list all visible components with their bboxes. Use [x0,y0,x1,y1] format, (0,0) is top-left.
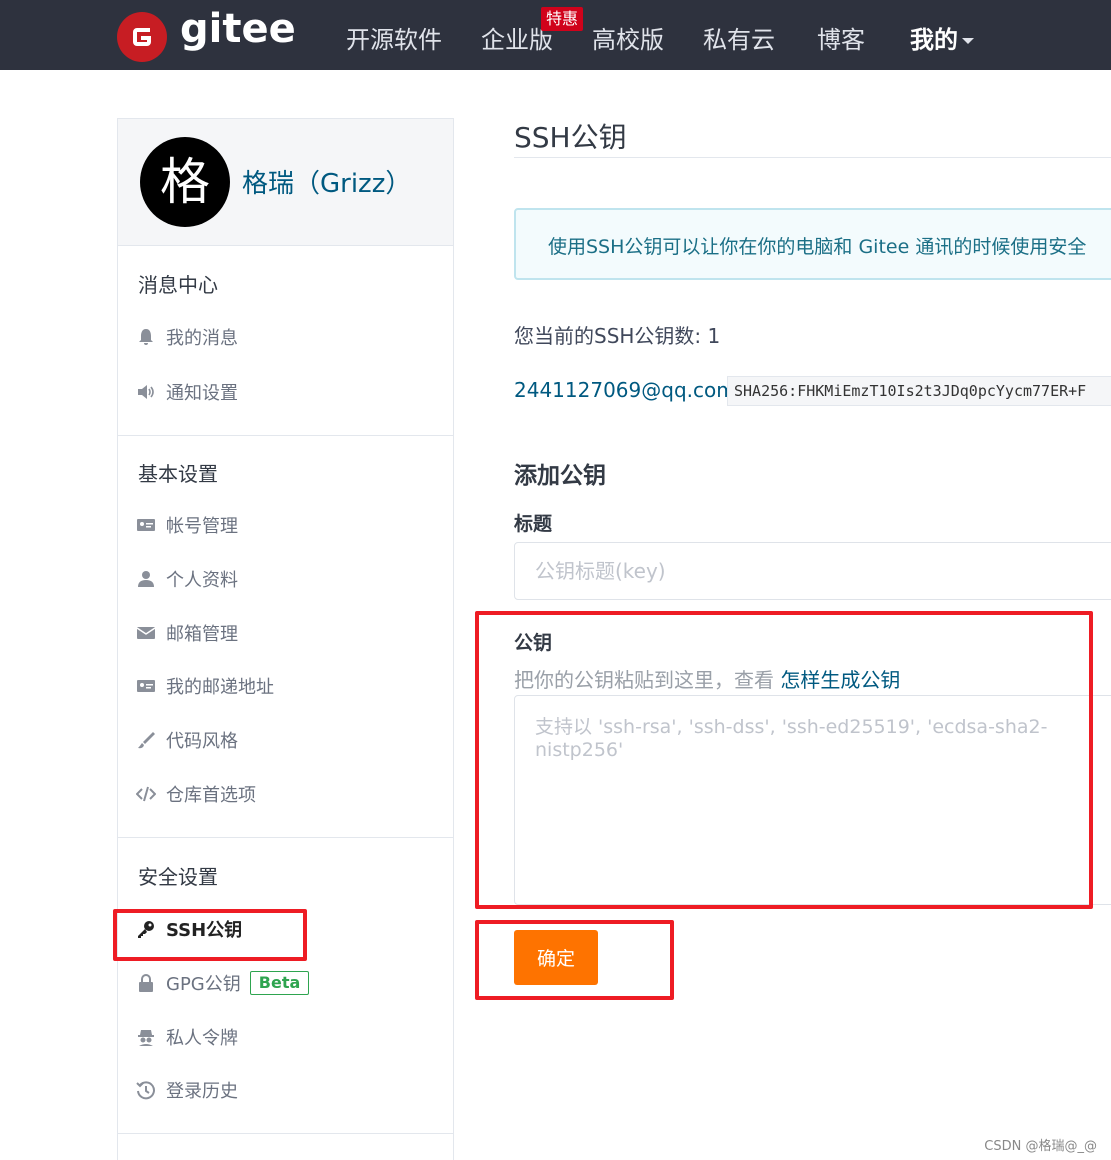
beta-badge: Beta [249,971,310,995]
section-title-messages: 消息中心 [138,273,218,297]
title-field-label: 标题 [514,513,553,535]
address-card-icon [137,680,155,692]
sidebar-item-address[interactable]: 我的邮递地址 [136,672,274,700]
sidebar-item-tokens[interactable]: 私人令牌 [136,1023,238,1051]
sidebar-item-label: 我的消息 [166,328,238,349]
title-divider [514,157,1111,158]
sidebar-item-gpg-keys[interactable]: GPG公钥 Beta [136,969,310,997]
nav-opensource[interactable]: 开源软件 [346,20,442,55]
divider [118,1133,453,1134]
info-text: 使用SSH公钥可以让你在你的电脑和 Gitee 通讯的时候使用安全 [548,236,1087,258]
code-icon [136,786,156,802]
nav-blog[interactable]: 博客 [817,20,865,55]
settings-sidebar: 格 格瑞（Grizz） 消息中心 我的消息 通知设置 基本设置 帐号管理 个人资… [117,118,454,1160]
sidebar-item-profile[interactable]: 个人资料 [136,565,238,593]
id-card-icon [137,519,155,531]
logo-text[interactable]: gitee [180,6,296,52]
envelope-icon [136,627,156,639]
key-title-link[interactable]: 2441127069@qq.com [514,378,736,402]
divider [118,837,453,838]
sidebar-item-email[interactable]: 邮箱管理 [136,619,238,647]
sidebar-item-label: 邮箱管理 [166,624,238,645]
sidebar-item-label: 仓库首选项 [166,785,256,806]
key-title-input[interactable] [514,542,1111,600]
annotation-box-ssh-menu [113,909,307,961]
profile-header: 格 格瑞（Grizz） [118,119,453,246]
annotation-box-key-field [475,611,1093,909]
sidebar-item-label: 我的邮递地址 [166,677,274,698]
promo-badge: 特惠 [541,7,584,31]
sidebar-item-label: 私人令牌 [166,1028,238,1049]
lock-icon [139,974,153,992]
section-title-basic: 基本设置 [138,462,218,486]
sidebar-item-notify-settings[interactable]: 通知设置 [136,378,238,406]
history-icon [136,1081,155,1100]
sidebar-item-login-history[interactable]: 登录历史 [136,1076,238,1104]
speaker-icon [138,385,154,399]
profile-name[interactable]: 格瑞（Grizz） [242,163,411,200]
sidebar-item-label: 登录历史 [166,1081,238,1102]
sidebar-item-label: 个人资料 [166,570,238,591]
nav-private-cloud[interactable]: 私有云 [703,20,775,55]
sidebar-item-label: 代码风格 [166,731,238,752]
user-icon [138,571,154,587]
avatar[interactable]: 格 [140,137,230,227]
sidebar-item-label: 帐号管理 [166,516,238,537]
watermark: CSDN @格瑞@_@ [984,1139,1097,1154]
bell-icon [139,329,153,345]
sidebar-item-code-style[interactable]: 代码风格 [136,726,238,754]
spy-icon [138,1030,154,1046]
info-alert: 使用SSH公钥可以让你在你的电脑和 Gitee 通讯的时候使用安全 [514,208,1111,280]
nav-mine-dropdown[interactable]: 我的 [910,20,974,55]
ssh-key-count: 您当前的SSH公钥数: 1 [514,324,721,348]
sidebar-item-my-messages[interactable]: 我的消息 [136,323,238,351]
caret-down-icon [962,38,974,44]
add-key-heading: 添加公钥 [514,463,606,489]
divider [118,435,453,436]
sidebar-item-account[interactable]: 帐号管理 [136,511,238,539]
annotation-box-submit [475,920,674,1000]
key-fingerprint: SHA256:FHKMiEmzT10Is2t3JDq0pcYycm77ER+F [727,376,1111,406]
sidebar-item-repo-prefs[interactable]: 仓库首选项 [136,780,256,808]
brush-icon [138,732,155,749]
sidebar-item-label: GPG公钥 [166,974,241,995]
logo-g-glyph-icon [133,28,151,46]
nav-education[interactable]: 高校版 [592,20,664,55]
sidebar-item-label: 通知设置 [166,383,238,404]
nav-mine-label: 我的 [910,26,958,54]
page-title: SSH公钥 [514,121,627,154]
section-title-security: 安全设置 [138,865,218,889]
top-navbar: gitee 开源软件 企业版 特惠 高校版 私有云 博客 我的 [0,0,1111,70]
